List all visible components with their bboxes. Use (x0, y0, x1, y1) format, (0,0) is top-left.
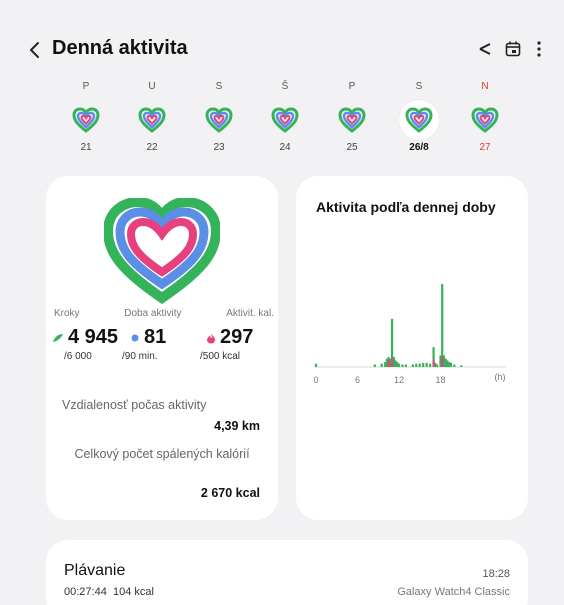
chart-bar (435, 364, 439, 367)
steps-stat: 4 945 /6 000 (52, 326, 118, 362)
steps-goal: /6 000 (64, 351, 92, 362)
day-number: 25 (346, 142, 358, 153)
day-letter: N (481, 81, 489, 92)
x-tick-label: 6 (355, 375, 360, 385)
chart-bar (441, 357, 444, 367)
week-selector: P 21 U 22 S 23 Š 24 P 25 S 26/8 N 27 (0, 80, 564, 160)
day-letter: S (215, 81, 223, 92)
workout-title: Plávanie (64, 562, 126, 579)
workout-calories: 104 kcal (112, 586, 154, 598)
steps-label: Kroky (54, 308, 80, 319)
active-time-icon (131, 334, 139, 341)
activity-chart: 0 6 12 18 (h) (313, 284, 506, 385)
workout-time: 18:28 (482, 568, 510, 580)
distance-label: Vzdialenosť počas aktivity (62, 398, 207, 412)
active-calories-goal: /500 kcal (200, 351, 241, 362)
chart-bar (390, 358, 394, 367)
active-calories-stat: 297 /500 kcal (200, 326, 254, 362)
chart-bar (314, 363, 318, 367)
chart-bar (404, 364, 408, 367)
day-6[interactable]: N 27 (452, 80, 518, 158)
distance-value: 4,39 km (214, 419, 260, 433)
calendar-icon[interactable] (502, 38, 524, 60)
chart-bar (460, 365, 463, 367)
day-4[interactable]: P 25 (319, 80, 385, 158)
back-arrow-icon[interactable] (24, 38, 44, 62)
x-tick-label: 12 (394, 375, 404, 385)
day-heart-icon (66, 100, 106, 140)
chart-bar (397, 363, 401, 367)
chart-bar (415, 363, 418, 367)
steps-value: 4 945 (68, 326, 119, 348)
active-time-label: Doba aktivity (124, 308, 182, 319)
day-number: 26/8 (409, 142, 429, 153)
day-letter: P (82, 81, 90, 92)
day-0[interactable]: P 21 (53, 80, 119, 158)
day-letter: S (415, 81, 423, 92)
chart-bar (380, 363, 383, 367)
workout-device: Galaxy Watch4 Classic (397, 586, 510, 598)
day-number: 27 (479, 142, 491, 153)
day-2[interactable]: S 23 (186, 80, 252, 158)
active-calories-label: Aktivit. kal. (226, 308, 274, 319)
day-heart-icon (132, 100, 172, 140)
app-header: Denná aktivita (0, 0, 564, 80)
active-time-value: 81 (144, 326, 167, 348)
day-number: 24 (279, 142, 291, 153)
workout-card[interactable]: Plávanie 00:27:44 104 kcal 18:28 Galaxy … (46, 540, 528, 605)
chart-bar (401, 364, 404, 367)
day-number: 22 (146, 142, 158, 153)
chart-bar (425, 362, 428, 367)
day-3[interactable]: Š 24 (252, 80, 318, 158)
day-5[interactable]: S 26/8 (386, 80, 452, 158)
day-heart-icon (332, 100, 372, 140)
day-heart-icon (465, 100, 505, 140)
chart-bar (418, 363, 421, 367)
day-heart-icon (399, 100, 439, 140)
chart-bar (453, 364, 456, 367)
total-calories-value: 2 670 kcal (200, 486, 260, 500)
chart-bar (441, 284, 444, 367)
day-heart-icon (265, 100, 305, 140)
workout-details: 00:27:44 104 kcal (64, 586, 154, 598)
workout-duration: 00:27:44 (64, 586, 107, 598)
day-letter: P (348, 81, 356, 92)
x-tick-label: 18 (435, 375, 445, 385)
chart-bar (432, 360, 435, 367)
active-time-goal: /90 min. (122, 351, 158, 362)
day-number: 23 (213, 142, 225, 153)
steps-icon (53, 333, 63, 342)
x-unit-label: (h) (495, 372, 506, 382)
chart-bar (429, 363, 432, 367)
more-options-icon[interactable] (532, 38, 546, 60)
active-time-stat: 81 /90 min. (122, 326, 167, 362)
chart-bar (422, 362, 425, 367)
chart-bar (387, 360, 390, 367)
flame-icon (207, 332, 215, 343)
chart-bar (411, 364, 414, 367)
total-calories-label: Celkový počet spálených kalórií (74, 447, 250, 461)
day-number: 21 (80, 142, 92, 153)
activity-by-time-card[interactable]: Aktivita podľa dennej doby 0 6 12 18 (h) (296, 176, 528, 520)
day-letter: Š (281, 81, 289, 92)
chart-bar (449, 362, 452, 367)
active-calories-value: 297 (220, 326, 254, 348)
day-1[interactable]: U 22 (119, 80, 185, 158)
share-icon[interactable] (474, 38, 496, 60)
activity-heart-icon (104, 198, 220, 304)
page-title: Denná aktivita (52, 37, 188, 59)
x-tick-label: 0 (313, 375, 318, 385)
day-letter: U (148, 81, 156, 92)
chart-bar (373, 364, 376, 367)
daily-summary-card[interactable]: Kroky Doba aktivity Aktivit. kal. 4 945 … (46, 176, 278, 520)
day-heart-icon (199, 100, 239, 140)
